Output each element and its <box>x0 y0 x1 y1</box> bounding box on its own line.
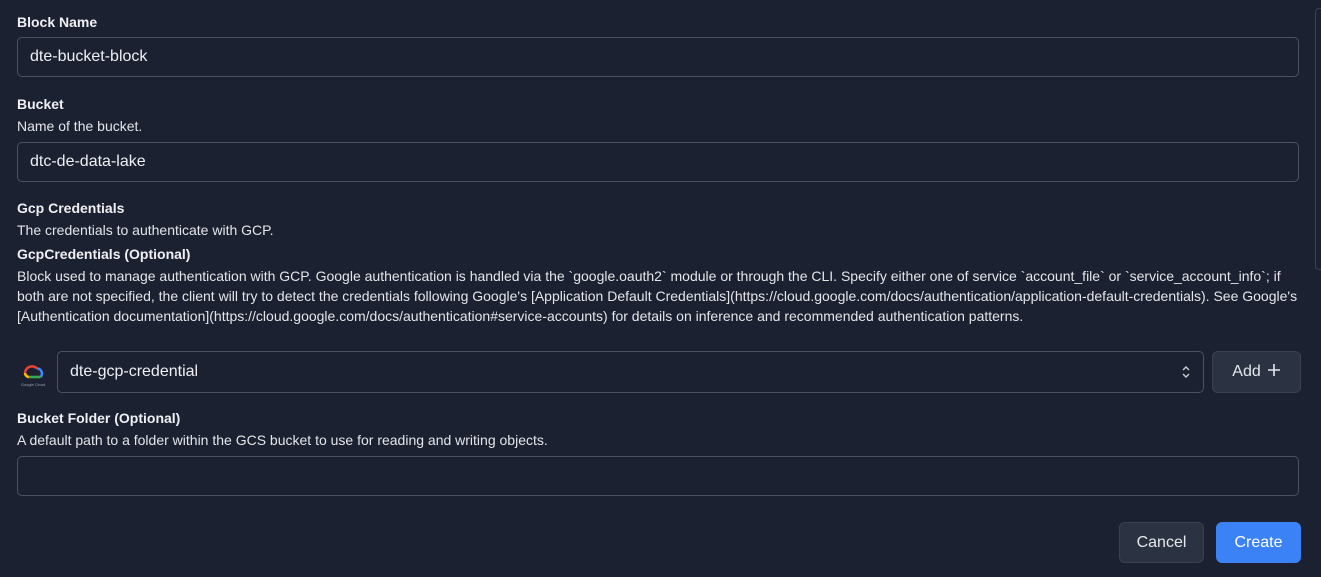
bucket-description: Name of the bucket. <box>17 118 143 134</box>
bucket-folder-description: A default path to a folder within the GC… <box>17 432 548 448</box>
block-name-label: Block Name <box>17 14 98 30</box>
bucket-folder-label: Bucket Folder (Optional) <box>17 410 181 426</box>
gcp-credentials-block-description: Block used to manage authentication with… <box>17 268 1298 324</box>
scrollbar[interactable] <box>1315 8 1321 270</box>
gcp-credentials-select[interactable]: dte-gcp-credential <box>57 351 1204 393</box>
gcp-credentials-label: Gcp Credentials <box>17 200 125 216</box>
cancel-button[interactable]: Cancel <box>1119 522 1204 563</box>
google-cloud-logo-text: Google Cloud <box>21 382 45 387</box>
bucket-label: Bucket <box>17 96 64 112</box>
google-cloud-icon: Google Cloud <box>18 359 48 387</box>
plus-icon <box>1267 363 1281 382</box>
add-button-label: Add <box>1232 363 1261 380</box>
create-button[interactable]: Create <box>1216 522 1301 563</box>
bucket-folder-input[interactable] <box>17 456 1299 496</box>
add-credential-button[interactable]: Add <box>1212 351 1301 393</box>
gcp-credentials-sublabel: GcpCredentials (Optional) <box>17 246 191 262</box>
create-block-form: Block Name Bucket Name of the bucket. Gc… <box>0 0 1321 577</box>
gcp-credentials-selected-value: dte-gcp-credential <box>70 363 199 380</box>
chevron-up-down-icon <box>1181 364 1191 380</box>
gcp-credentials-description: The credentials to authenticate with GCP… <box>17 222 274 238</box>
block-name-input[interactable] <box>17 37 1299 77</box>
bucket-input[interactable] <box>17 142 1299 182</box>
